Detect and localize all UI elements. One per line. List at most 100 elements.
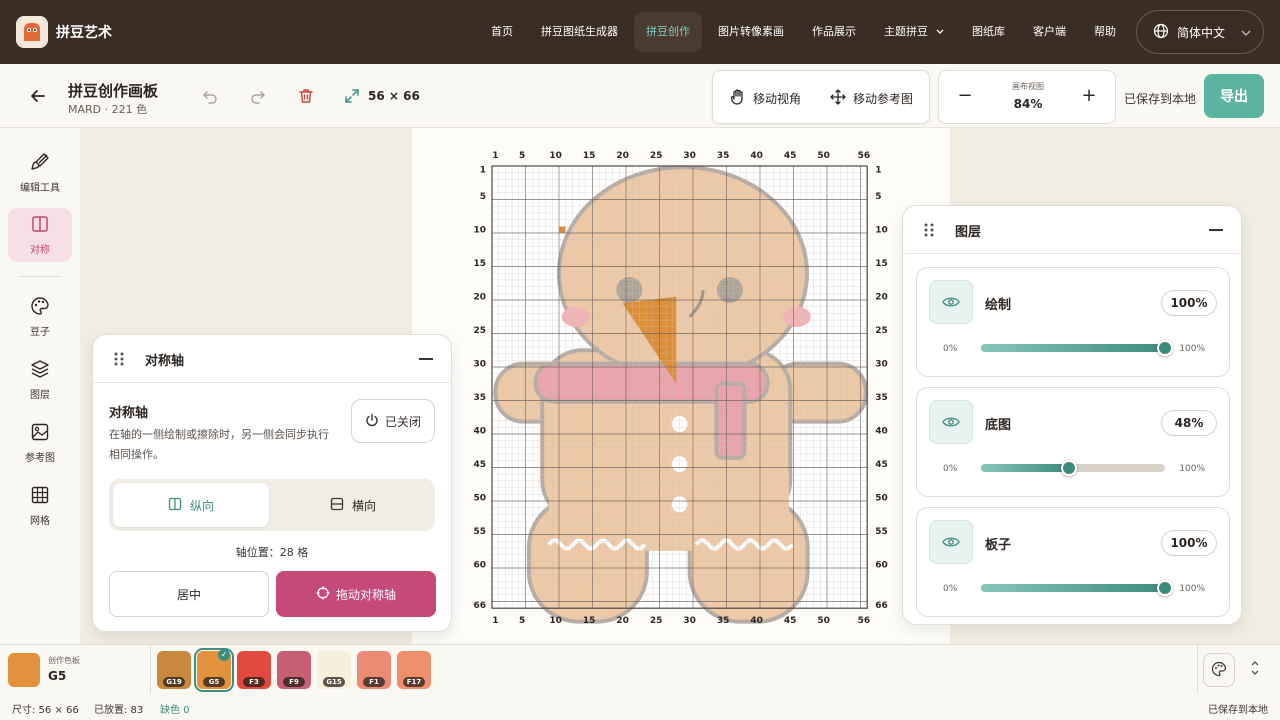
swatch[interactable]: F1 <box>357 651 391 689</box>
slider-fill <box>981 464 1070 472</box>
layer-name: 绘制 <box>985 298 1012 313</box>
nav-generator[interactable]: 拼豆图纸生成器 <box>529 12 630 52</box>
check-icon: ✓ <box>218 649 230 661</box>
rail-item-symmetry[interactable]: 对称 <box>8 208 72 262</box>
grid-size-label: 56 × 66 <box>368 89 420 103</box>
save-status: 已保存到本地 <box>1124 92 1197 106</box>
move-view-button[interactable]: 移动视角 <box>729 71 801 125</box>
column-tick-label-top: 20 <box>616 151 629 161</box>
column-tick-label-top: 30 <box>683 151 696 161</box>
back-arrow-icon[interactable] <box>28 86 48 106</box>
page-subtitle: MARD · 221 色 <box>68 103 148 116</box>
nav-themes[interactable]: 主题拼豆 <box>872 12 956 52</box>
row-tick-label-right: 35 <box>875 393 888 403</box>
row-tick-label-left: 10 <box>473 226 486 236</box>
row-tick-label-right: 50 <box>875 494 888 504</box>
slider-thumb[interactable] <box>1157 340 1173 356</box>
nav-gallery[interactable]: 作品展示 <box>800 12 868 52</box>
column-tick-label-bottom: 50 <box>817 616 830 626</box>
swatch[interactable]: F17 <box>397 651 431 689</box>
export-button[interactable]: 导出 <box>1204 74 1264 118</box>
layer-card-base: 底图 48% 0% 100% <box>916 387 1230 497</box>
eye-icon[interactable] <box>929 400 973 444</box>
swatch[interactable]: F9 <box>277 651 311 689</box>
opacity-slider[interactable] <box>981 460 1165 476</box>
swatch-code: F1 <box>363 677 385 687</box>
row-tick-label-right: 25 <box>875 326 888 336</box>
swatch[interactable]: F3 <box>237 651 271 689</box>
language-selector[interactable]: 简体中文 <box>1136 10 1264 54</box>
layers-panel-title: 图层 <box>955 225 982 240</box>
slider-thumb[interactable] <box>1061 460 1078 476</box>
row-tick-label-left: 60 <box>473 561 486 571</box>
swatch-selected[interactable]: G5 ✓ <box>194 648 234 692</box>
row-tick-label-left: 66 <box>473 601 486 611</box>
orientation-vertical-button[interactable]: 纵向 <box>113 483 269 527</box>
nav-home[interactable]: 首页 <box>479 12 525 52</box>
swatch-code: F17 <box>403 677 425 687</box>
eye-icon[interactable] <box>929 280 973 324</box>
move-reference-button[interactable]: 移动参考图 <box>829 71 913 125</box>
zoom-control: − 画布视图 84% + <box>938 70 1116 124</box>
collapse-icon[interactable] <box>1209 229 1223 231</box>
row-tick-label-right: 60 <box>875 561 888 571</box>
nav-create[interactable]: 拼豆创作 <box>634 12 702 52</box>
column-tick-label-bottom: 1 <box>492 616 498 626</box>
symmetry-heading: 对称轴 <box>109 406 149 421</box>
center-axis-button[interactable]: 居中 <box>109 571 269 617</box>
zoom-in-button[interactable]: + <box>1077 85 1101 106</box>
drag-handle-icon[interactable] <box>923 222 935 238</box>
expand-toggle-icon[interactable] <box>1250 659 1260 680</box>
redo-icon[interactable] <box>248 86 268 106</box>
layer-name: 底图 <box>985 418 1012 433</box>
nav-client[interactable]: 客户端 <box>1021 12 1078 52</box>
nav-help[interactable]: 帮助 <box>1082 12 1128 52</box>
expand-icon[interactable] <box>342 86 362 106</box>
drag-axis-button[interactable]: 拖动对称轴 <box>276 571 436 617</box>
page-title: 拼豆创作画板 <box>68 82 159 100</box>
rail-item-beads[interactable]: 豆子 <box>8 290 72 344</box>
orientation-vertical-label: 纵向 <box>189 498 214 513</box>
canvas-board[interactable]: 1 1 5 5 10 10 15 15 20 20 25 25 30 30 35 35 40 40 45 45 50 50… <box>412 128 950 644</box>
undo-icon[interactable] <box>200 86 220 106</box>
left-eye <box>616 276 643 303</box>
column-tick-label-bottom: 40 <box>750 616 763 626</box>
layers-panel-header[interactable]: 图层 <box>903 206 1241 254</box>
slider-thumb[interactable] <box>1157 580 1173 596</box>
nav-pixel-convert[interactable]: 图片转像素画 <box>706 12 796 52</box>
rail-label-layers: 图层 <box>30 390 50 401</box>
palette-settings-button[interactable] <box>1203 653 1235 687</box>
rail-item-edit-tools[interactable]: 编辑工具 <box>8 146 72 200</box>
layers-icon <box>30 359 50 382</box>
slider-max-label: 100% <box>1179 464 1205 474</box>
symmetry-toggle-button[interactable]: 已关闭 <box>351 399 435 443</box>
column-tick-label-top: 1 <box>492 151 498 161</box>
nav-library[interactable]: 图纸库 <box>960 12 1017 52</box>
symmetry-panel-title: 对称轴 <box>145 354 185 369</box>
move-arrows-icon <box>829 88 847 109</box>
rail-item-layers[interactable]: 图层 <box>8 353 72 407</box>
brand-name[interactable]: 拼豆艺术 <box>56 22 112 42</box>
current-color-swatch[interactable] <box>8 653 40 687</box>
row-tick-label-left: 45 <box>473 460 486 470</box>
opacity-slider[interactable] <box>981 340 1173 356</box>
rail-item-grid[interactable]: 网格 <box>8 479 72 533</box>
collapse-icon[interactable] <box>419 358 433 360</box>
opacity-slider[interactable] <box>981 580 1173 596</box>
drag-handle-icon[interactable] <box>113 351 125 367</box>
left-tool-rail: 编辑工具 对称 豆子 图层 参考图 网格 <box>0 128 80 644</box>
row-tick-label-left: 5 <box>480 192 486 202</box>
swatch[interactable]: G15 <box>317 651 351 689</box>
swatch[interactable]: G19 <box>157 651 191 689</box>
placed-bead <box>559 226 566 233</box>
symmetry-panel-header[interactable]: 对称轴 <box>93 335 451 383</box>
row-tick-label-right: 10 <box>875 226 888 236</box>
eye-icon[interactable] <box>929 520 973 564</box>
logo-icon[interactable] <box>16 16 48 48</box>
layer-card-draw: 绘制 100% 0% 100% <box>916 267 1230 377</box>
orientation-horizontal-button[interactable]: 横向 <box>275 483 431 527</box>
row-tick-label-left: 50 <box>473 494 486 504</box>
rail-item-reference[interactable]: 参考图 <box>8 416 72 470</box>
trash-icon[interactable] <box>296 86 316 106</box>
bead-board[interactable]: 1155101015152020252530303535404045455050… <box>412 128 950 644</box>
